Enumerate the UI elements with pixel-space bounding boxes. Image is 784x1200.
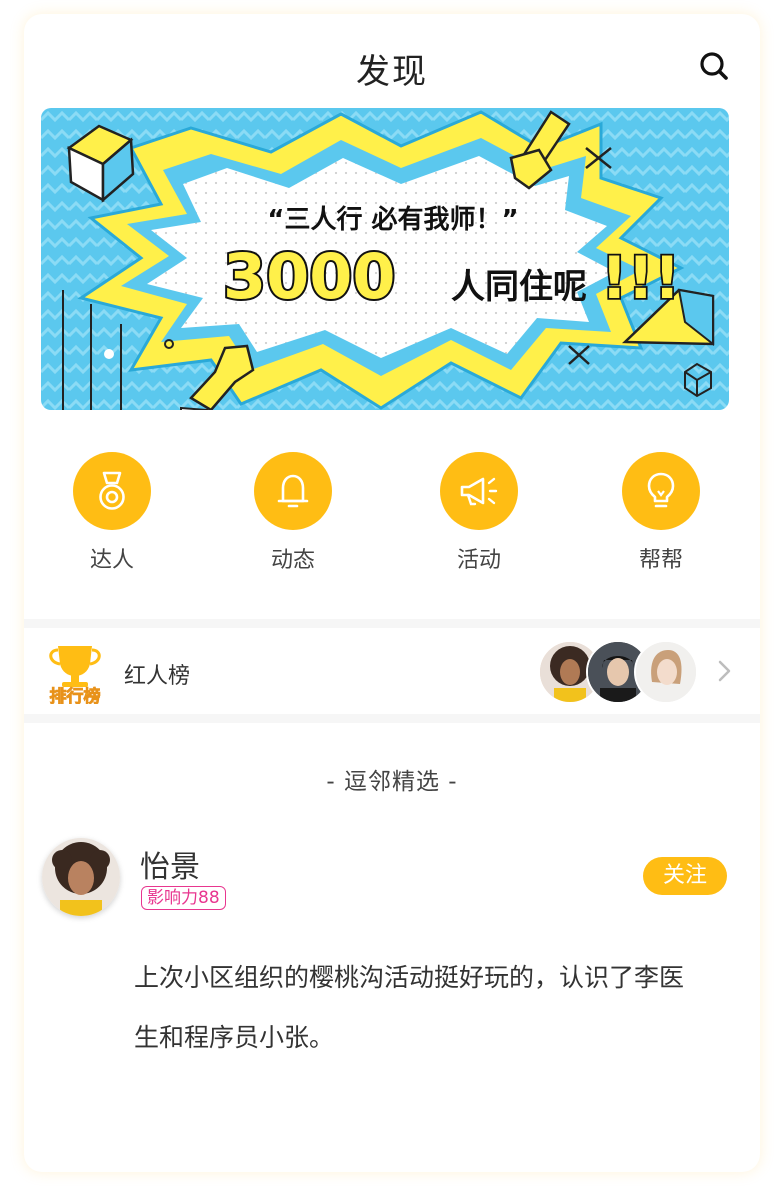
quick-nav-events[interactable]: 活动	[419, 452, 539, 574]
post-body: 上次小区组织的樱桃沟活动挺好玩的，认识了李医生和程序员小张。	[134, 963, 685, 1052]
banner-number: 3000	[223, 240, 396, 313]
influence-badge: 影响力88	[141, 886, 226, 910]
banner-illustration: “三人行 必有我师！” 3000 人同住呢 !!!	[41, 108, 729, 410]
divider	[24, 714, 760, 723]
post-author[interactable]: 怡景	[140, 842, 200, 886]
follow-button[interactable]: 关注	[643, 857, 727, 895]
ranking-row[interactable]: 排行榜 红人榜	[24, 628, 760, 716]
page-title: 发现	[356, 52, 428, 92]
quick-nav-label: 动态	[270, 548, 315, 573]
quick-nav-feed[interactable]: 动态	[233, 452, 353, 574]
search-icon[interactable]	[698, 50, 730, 82]
post-card: 怡景 影响力88 关注 上次小区组织的樱桃沟活动挺好玩的，认识了李医生和程序员小…	[24, 836, 760, 1136]
ranking-avatars	[538, 640, 708, 704]
banner-exclaim: !!!	[601, 244, 680, 312]
ranking-label: 红人榜	[124, 664, 191, 689]
megaphone-icon	[440, 452, 518, 530]
promo-banner[interactable]: “三人行 必有我师！” 3000 人同住呢 !!!	[41, 108, 729, 410]
lightbulb-icon	[622, 452, 700, 530]
quick-nav-experts[interactable]: 达人	[52, 452, 172, 574]
avatar	[634, 640, 698, 704]
banner-suffix: 人同住呢	[451, 267, 587, 307]
trophy-icon: 排行榜	[49, 646, 101, 704]
banner-quote: “三人行 必有我师！”	[267, 204, 518, 235]
quick-nav-help[interactable]: 帮帮	[601, 452, 721, 574]
chevron-right-icon[interactable]	[714, 658, 734, 684]
quick-nav-label: 帮帮	[638, 548, 683, 573]
quick-nav-label: 活动	[456, 548, 501, 573]
medal-icon	[73, 452, 151, 530]
header: 发现	[24, 14, 760, 106]
discover-card: 发现 “三人行 必有我师！” 3000 人同住呢 !!! 达人 动态 活动 帮帮…	[24, 14, 760, 1172]
bell-icon	[254, 452, 332, 530]
quick-nav: 达人 动态 活动 帮帮	[24, 452, 760, 592]
quick-nav-label: 达人	[89, 548, 134, 573]
avatar[interactable]	[42, 838, 120, 916]
section-title: - 逗邻精选 -	[326, 769, 458, 795]
ranking-badge-text: 排行榜	[50, 686, 101, 704]
divider	[24, 619, 760, 628]
